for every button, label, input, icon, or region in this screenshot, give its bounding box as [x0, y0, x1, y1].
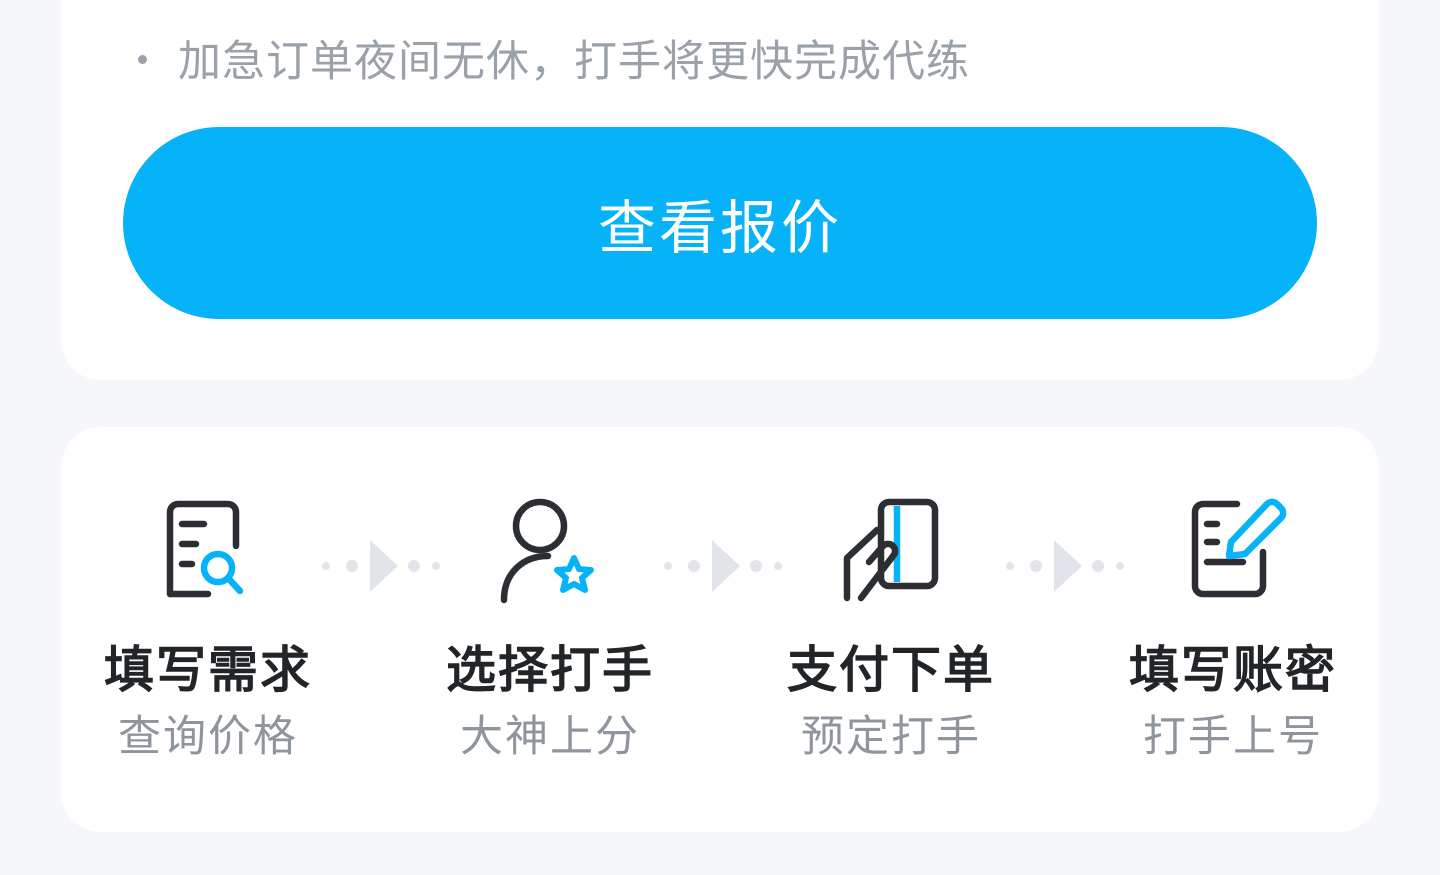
view-quote-label: 查看报价 — [597, 194, 842, 262]
step-subtitle: 打手上号 — [1143, 712, 1323, 762]
step-title: 支付下单 — [787, 641, 995, 699]
step-subtitle: 查询价格 — [118, 712, 298, 762]
view-quote-button[interactable]: 查看报价 — [123, 127, 1317, 319]
step-fill-requirements: 填写需求 查询价格 — [58, 490, 358, 762]
rush-order-note: 加急订单夜间无休，打手将更快完成代练 — [138, 28, 970, 88]
step-title: 填写需求 — [104, 641, 312, 699]
hand-card-icon — [843, 498, 939, 602]
bullet-dot — [138, 54, 147, 64]
step-title: 选择打手 — [446, 641, 654, 699]
step-choose-booster: 选择打手 大神上分 — [400, 490, 700, 762]
step-subtitle: 预定打手 — [801, 712, 981, 762]
step-title: 填写账密 — [1129, 641, 1337, 699]
step-fill-account: 填写账密 打手上号 — [1083, 490, 1383, 762]
rush-order-note-text: 加急订单夜间无休，打手将更快完成代练 — [178, 37, 970, 87]
step-pay-order: 支付下单 预定打手 — [741, 490, 1041, 762]
step-subtitle: 大神上分 — [460, 712, 640, 762]
document-edit-icon — [1191, 498, 1287, 598]
user-star-icon — [500, 498, 594, 604]
document-search-icon — [166, 500, 244, 598]
